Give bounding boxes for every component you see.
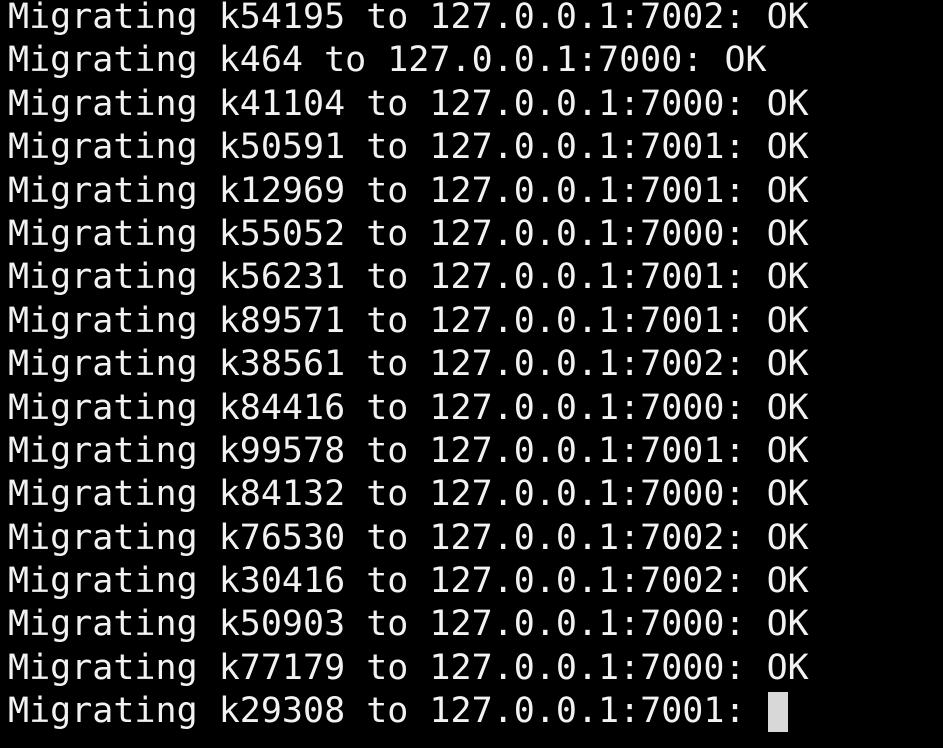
terminal-line-text: Migrating k38561 to 127.0.0.1:7002: OK	[8, 344, 809, 385]
terminal-line-text: Migrating k54195 to 127.0.0.1:7002: OK	[8, 0, 809, 37]
terminal-line-text: Migrating k89571 to 127.0.0.1:7001: OK	[8, 300, 809, 341]
terminal-line-text: Migrating k84416 to 127.0.0.1:7000: OK	[8, 387, 809, 428]
terminal-line-text: Migrating k76530 to 127.0.0.1:7002: OK	[8, 517, 809, 558]
terminal-line-text: Migrating k12969 to 127.0.0.1:7001: OK	[8, 170, 809, 211]
terminal-line-text: Migrating k55052 to 127.0.0.1:7000: OK	[8, 213, 809, 254]
terminal-line-text: Migrating k77179 to 127.0.0.1:7000: OK	[8, 647, 809, 688]
terminal-line: Migrating k38561 to 127.0.0.1:7002: OK	[8, 343, 809, 386]
terminal-line-current: Migrating k29308 to 127.0.0.1:7001:	[8, 690, 809, 733]
terminal-line-text: Migrating k50903 to 127.0.0.1:7000: OK	[8, 604, 809, 645]
terminal-line-text: Migrating k56231 to 127.0.0.1:7001: OK	[8, 257, 809, 298]
terminal-line: Migrating k464 to 127.0.0.1:7000: OK	[8, 39, 809, 82]
terminal-line: Migrating k76530 to 127.0.0.1:7002: OK	[8, 517, 809, 560]
terminal-line: Migrating k77179 to 127.0.0.1:7000: OK	[8, 647, 809, 690]
terminal-cursor	[767, 691, 788, 732]
terminal-line: Migrating k30416 to 127.0.0.1:7002: OK	[8, 560, 809, 603]
terminal-line: Migrating k84132 to 127.0.0.1:7000: OK	[8, 473, 809, 516]
terminal-line-text: Migrating k464 to 127.0.0.1:7000: OK	[8, 40, 767, 81]
terminal-line: Migrating k50591 to 127.0.0.1:7001: OK	[8, 126, 809, 169]
terminal-line-text: Migrating k41104 to 127.0.0.1:7000: OK	[8, 83, 809, 124]
terminal-window[interactable]: Migrating k54195 to 127.0.0.1:7002: OK M…	[0, 0, 943, 748]
terminal-line-text: Migrating k99578 to 127.0.0.1:7001: OK	[8, 430, 809, 471]
terminal-line: Migrating k89571 to 127.0.0.1:7001: OK	[8, 300, 809, 343]
terminal-line: Migrating k50903 to 127.0.0.1:7000: OK	[8, 603, 809, 646]
terminal-line: Migrating k84416 to 127.0.0.1:7000: OK	[8, 387, 809, 430]
terminal-output: Migrating k54195 to 127.0.0.1:7002: OK M…	[8, 0, 809, 734]
terminal-line: Migrating k41104 to 127.0.0.1:7000: OK	[8, 83, 809, 126]
terminal-line-text: Migrating k84132 to 127.0.0.1:7000: OK	[8, 474, 809, 515]
terminal-line: Migrating k55052 to 127.0.0.1:7000: OK	[8, 213, 809, 256]
terminal-line-text: Migrating k29308 to 127.0.0.1:7001:	[8, 691, 746, 732]
terminal-line: Migrating k12969 to 127.0.0.1:7001: OK	[8, 170, 809, 213]
terminal-line-text: Migrating k30416 to 127.0.0.1:7002: OK	[8, 561, 809, 602]
terminal-line: Migrating k56231 to 127.0.0.1:7001: OK	[8, 256, 809, 299]
terminal-line: Migrating k54195 to 127.0.0.1:7002: OK	[8, 0, 809, 39]
terminal-line-text: Migrating k50591 to 127.0.0.1:7001: OK	[8, 127, 809, 168]
terminal-line: Migrating k99578 to 127.0.0.1:7001: OK	[8, 430, 809, 473]
